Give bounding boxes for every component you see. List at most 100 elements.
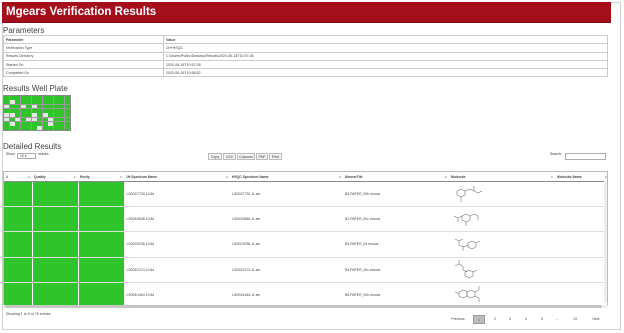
well[interactable]: [65, 113, 70, 118]
well[interactable]: [53, 100, 59, 105]
pagination-page-4[interactable]: 4: [520, 315, 532, 324]
table-row[interactable]: LS002/7730.10.fid LS002/7730.11.ser B3-P…: [4, 181, 607, 208]
well[interactable]: [26, 104, 32, 109]
csv-button[interactable]: CSV: [223, 153, 236, 160]
col-quality[interactable]: Quality ⇅: [32, 172, 78, 182]
pagination-page-3[interactable]: 3: [504, 315, 516, 324]
scrollbar-thumb[interactable]: [5, 305, 602, 308]
well[interactable]: [20, 108, 26, 113]
table-row[interactable]: LS003/1464.10.fid LS003/1464.11.ser B5-P…: [4, 282, 607, 306]
well[interactable]: [59, 104, 65, 109]
well[interactable]: [4, 121, 9, 126]
well[interactable]: [65, 104, 70, 109]
well[interactable]: [4, 104, 9, 109]
well[interactable]: [9, 117, 15, 122]
well[interactable]: [15, 104, 21, 109]
well[interactable]: [59, 121, 65, 126]
well[interactable]: [9, 113, 15, 118]
well[interactable]: [42, 117, 48, 122]
well[interactable]: [9, 96, 15, 100]
well[interactable]: [4, 108, 9, 113]
pagination-page-5[interactable]: 5: [536, 315, 548, 324]
well[interactable]: [37, 126, 43, 130]
table-row[interactable]: LS002/0036.10.fid LS002/0036.11.ser B3-P…: [4, 231, 607, 258]
well[interactable]: [37, 104, 43, 109]
well[interactable]: [26, 113, 32, 118]
well[interactable]: [48, 117, 54, 122]
well[interactable]: [9, 108, 15, 113]
well[interactable]: [48, 121, 54, 126]
well[interactable]: [31, 113, 37, 118]
pagination-next[interactable]: Next: [587, 315, 605, 324]
well[interactable]: [31, 100, 37, 105]
col-mnova-file[interactable]: Mnova File ⇅: [343, 172, 449, 182]
well[interactable]: [9, 104, 15, 109]
pdf-button[interactable]: PDF: [256, 153, 268, 160]
well[interactable]: [53, 117, 59, 122]
well[interactable]: [42, 96, 48, 100]
well[interactable]: [4, 126, 9, 130]
well[interactable]: [9, 126, 15, 130]
mnova-file-cell[interactable]: B2-PAPER_00c.mnova: [343, 206, 449, 233]
well[interactable]: [42, 100, 48, 105]
search-input[interactable]: [565, 153, 606, 160]
col-molecule[interactable]: Molecule ⇅: [449, 172, 555, 182]
well[interactable]: [4, 96, 9, 100]
horizontal-scrollbar[interactable]: [3, 305, 608, 308]
well[interactable]: [26, 108, 32, 113]
well[interactable]: [48, 104, 54, 109]
well[interactable]: [48, 126, 54, 130]
col-1h-spectrum[interactable]: 1H Spectrum Name ⇅: [124, 172, 230, 182]
well[interactable]: [37, 96, 43, 100]
well[interactable]: [15, 108, 21, 113]
well[interactable]: [59, 96, 65, 100]
well[interactable]: [31, 121, 37, 126]
well[interactable]: [65, 100, 70, 105]
well[interactable]: [26, 100, 32, 105]
well[interactable]: [9, 100, 15, 105]
mnova-file-cell[interactable]: B5-PAPER_00b.mnova: [343, 282, 449, 306]
well[interactable]: [31, 108, 37, 113]
well[interactable]: [48, 96, 54, 100]
well[interactable]: [15, 113, 21, 118]
pagination-page-13[interactable]: 13: [568, 315, 582, 324]
well[interactable]: [26, 121, 32, 126]
well[interactable]: [20, 104, 26, 109]
pagination-page-1[interactable]: 1: [473, 315, 485, 324]
well[interactable]: [53, 126, 59, 130]
well[interactable]: [26, 117, 32, 122]
well[interactable]: [48, 100, 54, 105]
well[interactable]: [65, 126, 70, 130]
well[interactable]: [31, 117, 37, 122]
well[interactable]: [31, 104, 37, 109]
well[interactable]: [53, 108, 59, 113]
well[interactable]: [65, 117, 70, 122]
pagination-previous[interactable]: Previous: [447, 315, 469, 324]
well[interactable]: [42, 126, 48, 130]
well[interactable]: [65, 108, 70, 113]
col-molecule-name[interactable]: Molecule Name ⇅: [555, 172, 607, 182]
col-index[interactable]: # ⇅: [4, 172, 32, 182]
well[interactable]: [20, 117, 26, 122]
well[interactable]: [65, 96, 70, 100]
col-hsqc-spectrum[interactable]: HSQC Spectrum Name ⇅: [230, 172, 343, 182]
well[interactable]: [15, 126, 21, 130]
vertical-scrollbar[interactable]: [604, 181, 607, 303]
well[interactable]: [4, 117, 9, 122]
well[interactable]: [53, 113, 59, 118]
well[interactable]: [31, 96, 37, 100]
well[interactable]: [4, 100, 9, 105]
well[interactable]: [20, 126, 26, 130]
well[interactable]: [53, 121, 59, 126]
well[interactable]: [37, 121, 43, 126]
well[interactable]: [31, 126, 37, 130]
well[interactable]: [37, 108, 43, 113]
well[interactable]: [59, 100, 65, 105]
well[interactable]: [15, 117, 21, 122]
well[interactable]: [37, 100, 43, 105]
well[interactable]: [20, 121, 26, 126]
copy-button[interactable]: Copy: [208, 153, 222, 160]
entries-select[interactable]: 10 ▾: [17, 153, 36, 159]
well[interactable]: [26, 96, 32, 100]
well[interactable]: [59, 117, 65, 122]
